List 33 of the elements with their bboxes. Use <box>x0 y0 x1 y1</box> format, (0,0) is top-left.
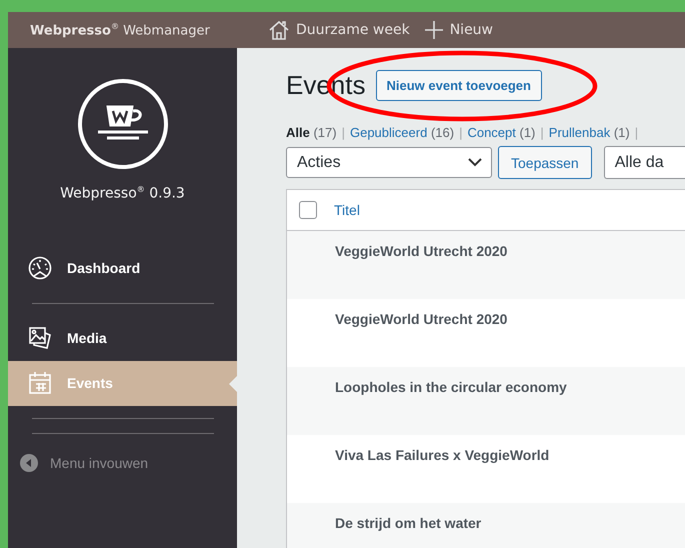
photos-icon <box>28 326 52 350</box>
coffee-cup-logo-icon <box>76 78 168 170</box>
app-version: Webpresso$^{®}$ 0.9.3 <box>59 185 186 202</box>
event-title[interactable]: Loopholes in the circular economy <box>335 379 567 395</box>
sidebar-item[interactable]: Media <box>8 316 237 361</box>
event-title[interactable]: De strijd om het water <box>335 515 482 531</box>
brand-title: Webpresso$^{®}$ Webmanager <box>29 22 211 38</box>
date-filter-dropdown[interactable]: Alle da <box>604 146 685 179</box>
collapse-menu-link[interactable]: Menu invouwen <box>8 454 237 472</box>
status-filter-link[interactable]: Alle (17) <box>286 125 337 140</box>
top-bar-link[interactable]: Duurzame week <box>268 19 410 41</box>
bulk-actions-dropdown[interactable]: Acties <box>286 147 492 178</box>
event-title[interactable]: VeggieWorld Utrecht 2020 <box>335 311 508 327</box>
status-filter-link[interactable]: Concept (1) <box>467 125 536 140</box>
speedometer-icon <box>28 256 52 280</box>
event-title[interactable]: VeggieWorld Utrecht 2020 <box>335 243 508 259</box>
separator: | <box>459 125 462 140</box>
select-all-checkbox[interactable] <box>299 201 317 219</box>
calendar-icon <box>28 371 52 396</box>
separator: | <box>540 125 544 140</box>
apply-button[interactable]: Toepassen <box>498 146 592 179</box>
sidebar-item[interactable]: Dashboard <box>8 246 237 291</box>
home-icon <box>268 19 290 41</box>
status-filter-link[interactable]: Prullenbak (1) <box>548 125 630 140</box>
column-header[interactable]: Titel <box>334 202 360 218</box>
separator: | <box>342 125 345 140</box>
status-filter-link[interactable]: Gepubliceerd (16) <box>350 125 454 140</box>
chevron-down-icon <box>468 158 482 167</box>
top-bar-link[interactable]: Nieuw <box>424 20 494 40</box>
separator: | <box>634 125 638 140</box>
plus-icon <box>424 20 444 40</box>
add-event-button[interactable]: Nieuw event toevoegen <box>376 70 542 101</box>
event-title[interactable]: Viva Las Failures x VeggieWorld <box>335 447 550 463</box>
